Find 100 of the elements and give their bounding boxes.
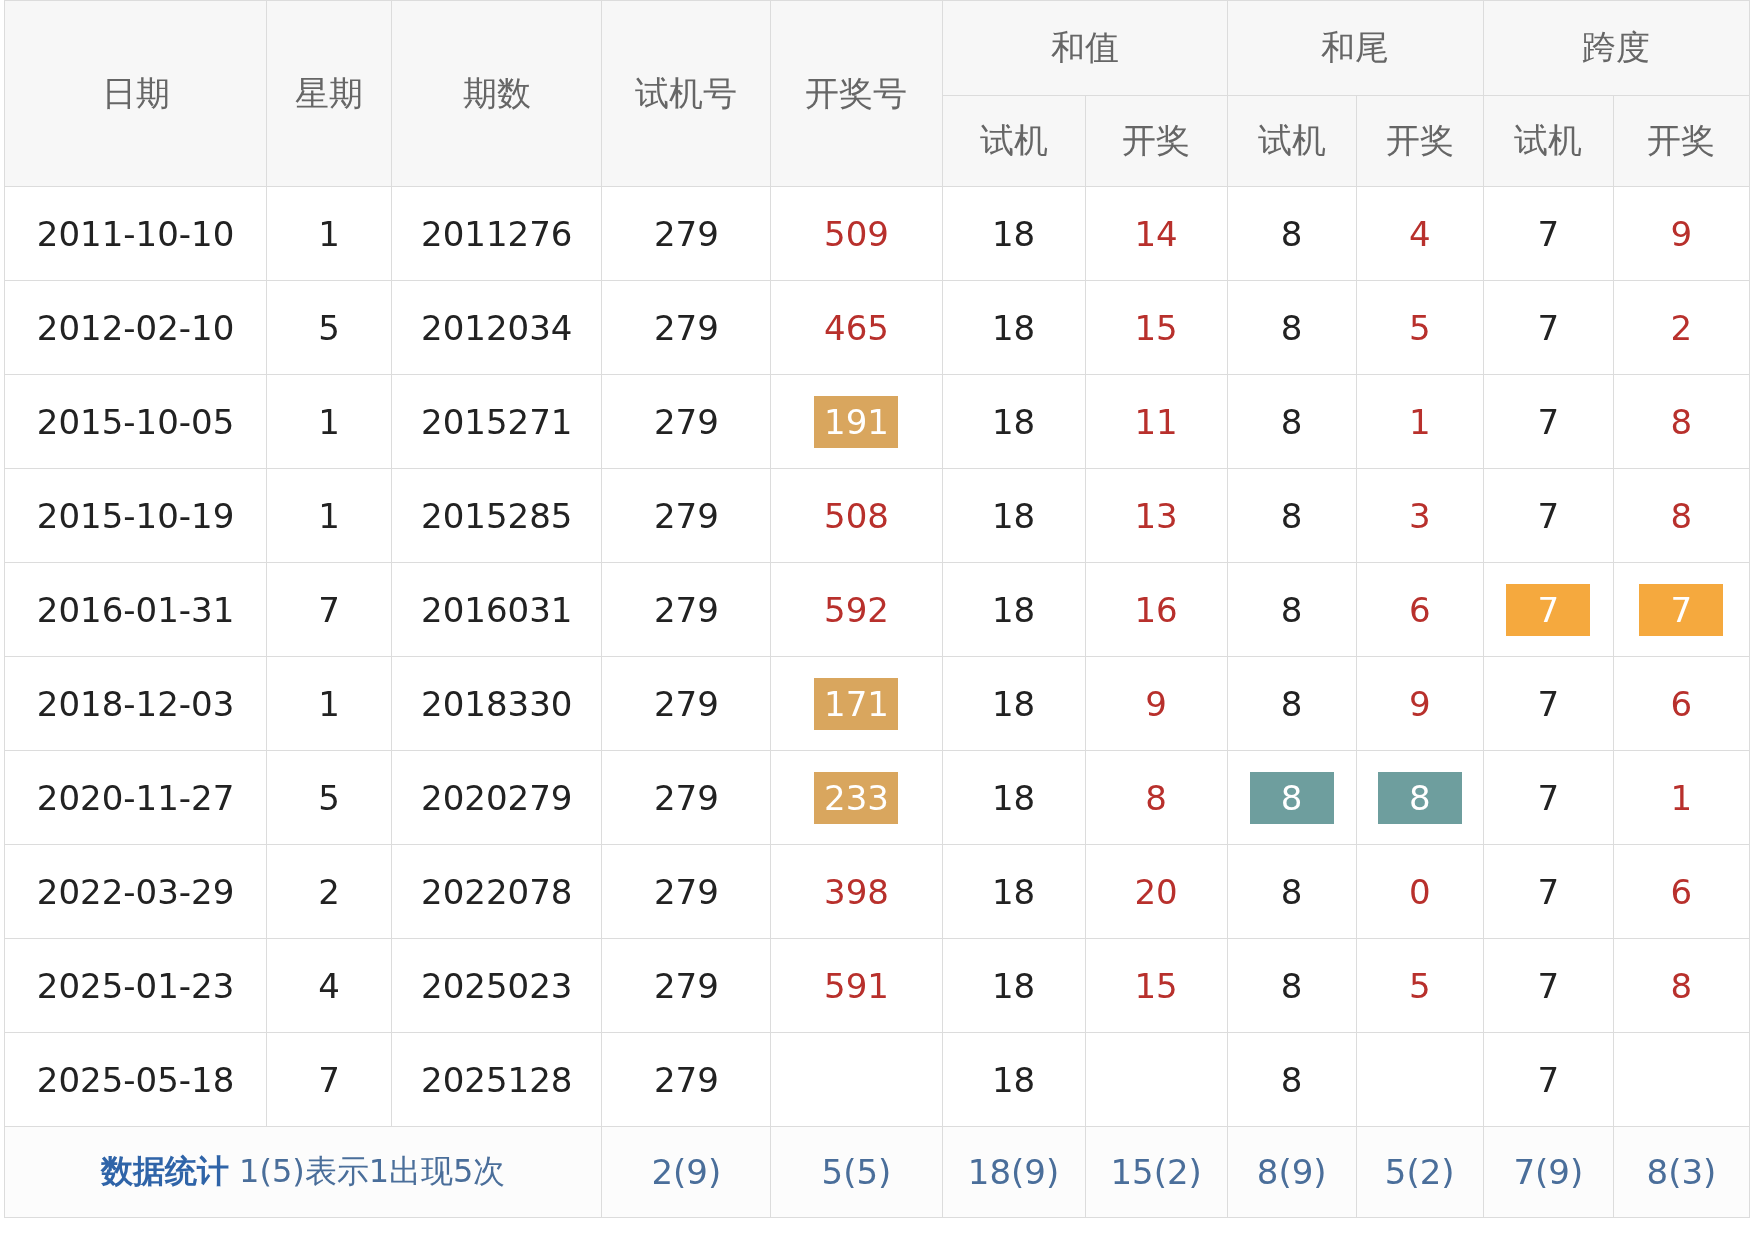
table-cell: 18 [991, 589, 1036, 630]
table-cell: 279 [653, 965, 719, 1006]
table-cell: 8 [1670, 965, 1693, 1006]
column-header: 期数 [391, 0, 602, 187]
highlighted-number: 8 [1377, 771, 1462, 824]
table-cell: 6 [1670, 871, 1693, 912]
table-cell: 2015-10-19 [36, 495, 235, 536]
table-cell: 18 [991, 1059, 1036, 1100]
table-cell: 7 [1537, 213, 1560, 254]
table-cell: 2022078 [421, 871, 573, 912]
table-cell: 2025128 [421, 1059, 573, 1100]
table-cell: 8 [1280, 871, 1303, 912]
table-cell: 18 [991, 495, 1036, 536]
highlighted-number: 8 [1249, 771, 1334, 824]
table-cell: 591 [824, 965, 889, 1006]
table-cell: 7 [1537, 965, 1560, 1006]
table-cell: 13 [1134, 495, 1178, 536]
table-cell: 18 [991, 871, 1036, 912]
table-cell: 8 [1145, 777, 1167, 818]
table-cell: 8 [1280, 213, 1303, 254]
table-cell: 8 [1280, 307, 1303, 348]
table-cell: 3 [1408, 495, 1431, 536]
stat-value: 7(9) [1513, 1152, 1584, 1192]
table-cell: 8 [1280, 401, 1303, 442]
table-cell: 2015285 [421, 495, 573, 536]
table-cell: 7 [318, 589, 340, 630]
stat-value: 5(5) [821, 1152, 892, 1192]
table-cell: 2018330 [421, 683, 573, 724]
table-cell: 279 [653, 683, 719, 724]
column-header: 开奖 [1613, 95, 1750, 187]
column-header: 日期 [4, 0, 267, 187]
stat-value: 8(9) [1256, 1152, 1327, 1192]
table-cell: 15 [1134, 307, 1178, 348]
table-cell: 2 [318, 871, 340, 912]
column-header: 星期 [266, 0, 392, 187]
table-cell: 15 [1134, 965, 1178, 1006]
table-cell: 2025-01-23 [36, 965, 235, 1006]
table-cell: 7 [1537, 777, 1560, 818]
table-cell: 2025-05-18 [36, 1059, 235, 1100]
table-cell: 1 [318, 213, 340, 254]
column-header: 开奖 [1085, 95, 1228, 187]
table-cell: 1 [1408, 401, 1431, 442]
table-cell: 5 [318, 777, 340, 818]
table-cell: 592 [824, 589, 889, 630]
stats-note: 数据统计 1(5)表示1出现5次 [100, 1152, 506, 1190]
table-cell: 1 [318, 683, 340, 724]
table-cell: 2018-12-03 [36, 683, 235, 724]
table-cell: 279 [653, 495, 719, 536]
table-cell: 8 [1280, 965, 1303, 1006]
table-cell: 8 [1280, 683, 1303, 724]
table-cell: 0 [1408, 871, 1431, 912]
column-header: 开奖 [1356, 95, 1484, 187]
table-cell: 18 [991, 401, 1036, 442]
table-cell: 279 [653, 213, 719, 254]
table-cell: 14 [1134, 213, 1178, 254]
column-header: 开奖号 [770, 0, 942, 187]
table-cell: 5 [1408, 965, 1431, 1006]
table-cell: 2011-10-10 [36, 213, 235, 254]
table-cell: 279 [653, 871, 719, 912]
table-cell: 279 [653, 307, 719, 348]
table-cell: 2022-03-29 [36, 871, 235, 912]
table-cell: 2015271 [421, 401, 573, 442]
group-header: 和尾 [1227, 0, 1484, 96]
table-cell: 4 [318, 965, 340, 1006]
table-cell: 2016-01-31 [36, 589, 235, 630]
table-cell: 18 [991, 307, 1036, 348]
table-cell: 8 [1280, 495, 1303, 536]
table-cell: 1 [318, 495, 340, 536]
table-cell: 509 [824, 213, 889, 254]
table-cell: 9 [1670, 213, 1693, 254]
table-cell: 18 [991, 777, 1036, 818]
table-cell: 2011276 [421, 213, 573, 254]
table-cell: 1 [1670, 777, 1693, 818]
column-header: 试机 [942, 95, 1086, 187]
table-cell: 2025023 [421, 965, 573, 1006]
table-cell: 4 [1408, 213, 1431, 254]
stat-value: 2(9) [651, 1152, 722, 1192]
table-cell: 11 [1134, 401, 1178, 442]
column-header: 试机 [1483, 95, 1614, 187]
table-cell: 465 [824, 307, 889, 348]
group-header: 跨度 [1483, 0, 1750, 96]
table-cell: 5 [1408, 307, 1431, 348]
table-cell: 20 [1134, 871, 1178, 912]
table-cell: 9 [1408, 683, 1431, 724]
table-cell: 279 [653, 589, 719, 630]
table-cell: 2012-02-10 [36, 307, 235, 348]
highlighted-number: 7 [1639, 583, 1724, 636]
group-header: 和值 [942, 0, 1228, 96]
stat-value: 8(3) [1646, 1152, 1717, 1192]
table-cell: 7 [1537, 1059, 1560, 1100]
column-header: 试机 [1227, 95, 1357, 187]
table-cell: 1 [318, 401, 340, 442]
table-cell: 18 [991, 683, 1036, 724]
table-cell: 7 [1537, 307, 1560, 348]
table-cell: 2012034 [421, 307, 573, 348]
table-cell: 2020-11-27 [36, 777, 235, 818]
table-cell: 7 [1537, 683, 1560, 724]
table-cell: 7 [1537, 495, 1560, 536]
table-cell: 7 [1537, 871, 1560, 912]
highlighted-number: 7 [1506, 583, 1591, 636]
